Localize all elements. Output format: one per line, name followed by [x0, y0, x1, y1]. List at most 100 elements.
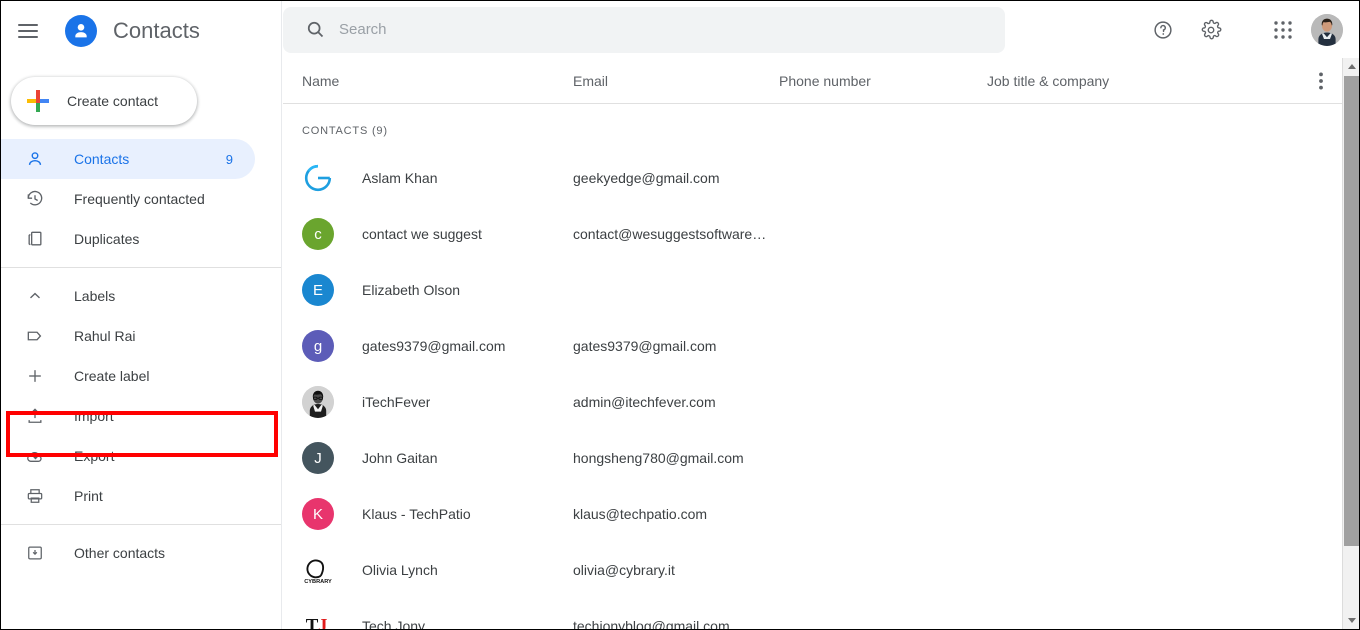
- sidebar-item-label: Import: [74, 408, 114, 424]
- contact-name: Olivia Lynch: [362, 562, 438, 578]
- contact-email: gates9379@gmail.com: [573, 338, 717, 354]
- contact-name: Tech Jony: [362, 618, 426, 630]
- search-icon: [303, 18, 327, 42]
- sidebar-item-duplicates[interactable]: Duplicates: [1, 219, 255, 259]
- scroll-up-arrow-icon[interactable]: [1343, 58, 1359, 75]
- gear-icon[interactable]: [1191, 10, 1231, 50]
- contact-email: contact@wesuggestsoftware…: [573, 226, 767, 242]
- contact-name: iTechFever: [362, 394, 431, 410]
- sidebar-item-rahul-rai[interactable]: Rahul Rai: [1, 316, 255, 356]
- sidebar-item-label: Frequently contacted: [74, 191, 205, 207]
- sidebar-item-export[interactable]: Export: [1, 436, 255, 476]
- sidebar-item-label: Rahul Rai: [74, 328, 136, 344]
- contact-avatar[interactable]: TJ: [302, 610, 334, 630]
- column-header-email[interactable]: Email: [573, 73, 779, 89]
- table-row[interactable]: J John Gaitan hongsheng780@gmail.com: [283, 430, 1359, 486]
- contact-avatar[interactable]: K: [302, 498, 334, 530]
- hamburger-bar: [18, 24, 38, 26]
- sidebar-item-label: Labels: [74, 288, 116, 304]
- chevron-up-icon: [23, 284, 47, 308]
- contact-email: techjonyblog@gmail.com: [573, 618, 730, 630]
- sidebar-item-label: Duplicates: [74, 231, 140, 247]
- sidebar-item-label: Create label: [74, 368, 150, 384]
- contact-avatar[interactable]: [302, 162, 334, 194]
- contact-name-cell: K Klaus - TechPatio: [283, 498, 573, 530]
- contact-name-cell: c contact we suggest: [283, 218, 573, 250]
- apps-grid-icon[interactable]: [1263, 10, 1303, 50]
- sidebar-item-label: Print: [74, 488, 103, 504]
- table-row[interactable]: iTechFever admin@itechfever.com: [283, 374, 1359, 430]
- contact-email: geekyedge@gmail.com: [573, 170, 720, 186]
- top-toolbar: [283, 1, 1359, 58]
- create-contact-button[interactable]: Create contact: [11, 77, 197, 125]
- contacts-person-logo-icon: [65, 15, 97, 47]
- column-header-phone[interactable]: Phone number: [779, 73, 987, 89]
- contact-name: Klaus - TechPatio: [362, 506, 471, 522]
- triangle-up: [1347, 64, 1356, 69]
- scrollbar-thumb[interactable]: [1344, 76, 1359, 546]
- table-row[interactable]: c contact we suggest contact@wesuggestsoft…: [283, 206, 1359, 262]
- scrollbar[interactable]: [1342, 58, 1359, 629]
- contact-email: hongsheng780@gmail.com: [573, 450, 744, 466]
- export-cloud-download-icon: [23, 444, 47, 468]
- sidebar-item-frequently-contacted[interactable]: Frequently contacted: [1, 179, 255, 219]
- table-row[interactable]: K Klaus - TechPatio klaus@techpatio.com: [283, 486, 1359, 542]
- contacts-app-window: Contacts Create contact Contacts 9 Frequ…: [0, 0, 1360, 630]
- page-title: Contacts: [113, 18, 200, 43]
- column-header-name[interactable]: Name: [283, 73, 573, 89]
- sidebar-item-label: Other contacts: [74, 545, 166, 561]
- sidebar-divider: [1, 524, 281, 525]
- sidebar-item-labels[interactable]: Labels: [1, 276, 255, 316]
- sidebar-divider: [1, 267, 281, 268]
- contact-name-cell: CYBRARY Olivia Lynch: [283, 554, 573, 586]
- google-plus-icon: [27, 90, 49, 112]
- contact-name-cell: E Elizabeth Olson: [283, 274, 573, 306]
- svg-text:T: T: [306, 616, 319, 630]
- table-row[interactable]: E Elizabeth Olson: [283, 262, 1359, 318]
- table-row[interactable]: g gates9379@gmail.com gates9379@gmail.com: [283, 318, 1359, 374]
- contact-name: gates9379@gmail.com: [362, 338, 506, 354]
- sidebar-item-label: Export: [74, 448, 115, 464]
- other-contacts-box-icon: [23, 541, 47, 565]
- table-row[interactable]: CYBRARY Olivia Lynch olivia@cybrary.it: [283, 542, 1359, 598]
- search-input[interactable]: [339, 21, 1005, 38]
- table-row[interactable]: Aslam Khan geekyedge@gmail.com: [283, 150, 1359, 206]
- triangle-down: [1347, 618, 1356, 623]
- table-row[interactable]: T J Tech Jony techjonyblog@gmail.com: [283, 598, 1359, 630]
- contact-email: olivia@cybrary.it: [573, 562, 675, 578]
- history-clock-icon: [23, 187, 47, 211]
- contact-avatar[interactable]: c: [302, 218, 334, 250]
- toolbar-actions: [1143, 10, 1359, 50]
- contact-avatar[interactable]: g: [302, 330, 334, 362]
- main-content: Name Email Phone number Job title & comp…: [283, 1, 1359, 629]
- contact-name: Aslam Khan: [362, 170, 438, 186]
- sidebar-item-create-label[interactable]: Create label: [1, 356, 255, 396]
- svg-text:CYBRARY: CYBRARY: [304, 579, 332, 585]
- sidebar-item-print[interactable]: Print: [1, 476, 255, 516]
- person-icon: [23, 147, 47, 171]
- contact-name-cell: Aslam Khan: [283, 162, 573, 194]
- contact-email: admin@itechfever.com: [573, 394, 716, 410]
- sidebar-item-label: Contacts: [74, 151, 130, 167]
- contact-avatar[interactable]: [302, 386, 334, 418]
- sidebar-nav-list: Contacts 9 Frequently contacted Duplicat…: [1, 139, 281, 573]
- sidebar-item-import[interactable]: Import: [1, 396, 255, 436]
- sidebar-item-other-contacts[interactable]: Other contacts: [1, 533, 255, 573]
- sidebar-item-contacts[interactable]: Contacts 9: [1, 139, 255, 179]
- contact-avatar[interactable]: E: [302, 274, 334, 306]
- column-header-job[interactable]: Job title & company: [987, 73, 1359, 89]
- contact-avatar[interactable]: CYBRARY: [302, 554, 334, 586]
- contact-name: John Gaitan: [362, 450, 438, 466]
- scroll-down-arrow-icon[interactable]: [1343, 612, 1359, 629]
- more-vertical-icon[interactable]: [1309, 69, 1333, 93]
- printer-icon: [23, 484, 47, 508]
- search-box[interactable]: [283, 6, 1005, 53]
- help-circle-icon[interactable]: [1143, 10, 1183, 50]
- contact-name-cell: g gates9379@gmail.com: [283, 330, 573, 362]
- avatar[interactable]: [1311, 13, 1343, 46]
- contact-avatar[interactable]: J: [302, 442, 334, 474]
- contacts-count-badge: 9: [225, 151, 233, 167]
- brand-row: Contacts: [1, 1, 281, 61]
- sidebar: Contacts Create contact Contacts 9 Frequ…: [1, 1, 282, 629]
- hamburger-menu-icon[interactable]: [18, 18, 44, 44]
